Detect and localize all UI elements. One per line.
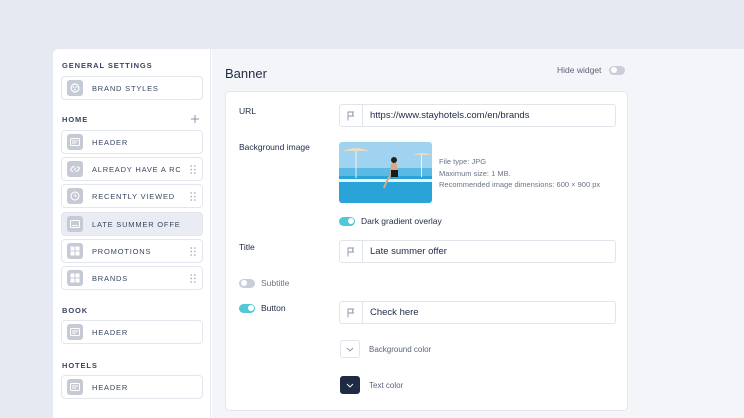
button-text-value: Check here	[370, 307, 419, 318]
chevron-down-icon	[346, 383, 354, 388]
header-icon	[67, 379, 83, 395]
chevron-down-icon	[346, 347, 354, 352]
drag-handle-icon[interactable]	[190, 192, 196, 201]
sidebar-item-book-header[interactable]: HEADER	[61, 320, 203, 344]
drag-handle-icon[interactable]	[190, 274, 196, 283]
subtitle-label: Subtitle	[261, 278, 290, 288]
hide-widget-label: Hide widget	[557, 65, 602, 75]
sidebar-item-label: BRAND STYLES	[92, 83, 159, 93]
text-color-row[interactable]: Text color	[340, 376, 403, 394]
section-title-general-settings: GENERAL SETTINGS	[62, 61, 153, 70]
sidebar-item-hotels-header[interactable]: HEADER	[61, 375, 203, 399]
page-title: Banner	[225, 66, 267, 81]
banner-form-card: URL https://www.stayhotels.com/en/brands…	[225, 91, 628, 411]
url-label: URL	[239, 106, 257, 116]
text-color-swatch[interactable]	[340, 376, 360, 394]
header-icon	[67, 134, 83, 150]
button-row[interactable]: Button	[239, 303, 286, 313]
sidebar-item-label: RECENTLY VIEWED	[92, 191, 175, 201]
sidebar-item-label: PROMOTIONS	[92, 246, 152, 256]
button-text-field[interactable]: Check here	[339, 301, 616, 324]
background-color-label: Background color	[369, 344, 432, 354]
hide-widget-control[interactable]: Hide widget	[557, 65, 626, 75]
sidebar-item-promotions[interactable]: PROMOTIONS	[61, 239, 203, 263]
background-color-swatch[interactable]	[340, 340, 360, 358]
url-field[interactable]: https://www.stayhotels.com/en/brands	[339, 104, 616, 127]
drag-handle-icon[interactable]	[190, 165, 196, 174]
background-image-thumbnail[interactable]	[339, 142, 432, 203]
sidebar-item-brands[interactable]: BRANDS	[61, 266, 203, 290]
text-color-label: Text color	[369, 380, 404, 390]
dark-gradient-label: Dark gradient overlay	[361, 216, 442, 226]
link-icon	[67, 161, 83, 177]
sidebar-item-label: HEADER	[92, 382, 129, 392]
sidebar-item-header[interactable]: HEADER	[61, 130, 203, 154]
grid-icon	[67, 243, 83, 259]
flag-icon[interactable]	[340, 241, 363, 262]
sidebar-item-late-summer-offer[interactable]: LATE SUMMER OFFER	[61, 212, 203, 236]
sidebar-item-label: LATE SUMMER OFFER	[92, 219, 180, 229]
flag-icon[interactable]	[340, 302, 363, 323]
hide-widget-toggle[interactable]	[609, 65, 626, 75]
title-label: Title	[239, 242, 255, 252]
subtitle-row[interactable]: Subtitle	[239, 278, 289, 288]
clock-icon	[67, 188, 83, 204]
title-value: Late summer offer	[370, 246, 447, 257]
background-color-row[interactable]: Background color	[340, 340, 431, 358]
image-requirements: File type: JPG Maximum size: 1 MB. Recom…	[439, 156, 600, 191]
dark-gradient-toggle[interactable]	[339, 216, 355, 226]
plus-icon[interactable]	[190, 114, 200, 124]
file-type-text: File type: JPG	[439, 157, 487, 166]
header-icon	[67, 324, 83, 340]
section-title-home: HOME	[62, 115, 89, 124]
subtitle-toggle[interactable]	[239, 278, 255, 288]
sidebar-item-label: ALREADY HAVE A ROOM	[92, 164, 180, 174]
banner-icon	[67, 216, 83, 232]
sidebar: GENERAL SETTINGS BRAND STYLES HOME HEADE…	[53, 49, 211, 418]
grid-icon	[67, 270, 83, 286]
sidebar-item-label: HEADER	[92, 137, 129, 147]
palette-icon	[67, 80, 83, 96]
drag-handle-icon[interactable]	[190, 247, 196, 256]
sidebar-item-already-have-a-room[interactable]: ALREADY HAVE A ROOM	[61, 157, 203, 181]
dark-gradient-row[interactable]: Dark gradient overlay	[339, 216, 442, 226]
button-toggle[interactable]	[239, 303, 255, 313]
sidebar-item-brand-styles[interactable]: BRAND STYLES	[61, 76, 203, 100]
app-window: GENERAL SETTINGS BRAND STYLES HOME HEADE…	[53, 49, 744, 418]
url-value: https://www.stayhotels.com/en/brands	[370, 110, 530, 121]
button-label: Button	[261, 303, 286, 313]
title-field[interactable]: Late summer offer	[339, 240, 616, 263]
section-title-book: BOOK	[62, 306, 89, 315]
sidebar-item-recently-viewed[interactable]: RECENTLY VIEWED	[61, 184, 203, 208]
sidebar-item-label: BRANDS	[92, 273, 129, 283]
sidebar-item-label: HEADER	[92, 327, 129, 337]
background-image-label: Background image	[239, 142, 310, 152]
section-title-hotels: HOTELS	[62, 361, 98, 370]
dimensions-text: Recommended image dimensions: 600 × 900 …	[439, 180, 601, 189]
flag-icon[interactable]	[340, 105, 363, 126]
main-panel: Banner Hide widget URL https://www.stayh…	[212, 49, 744, 418]
max-size-text: Maximum size: 1 MB.	[439, 168, 511, 178]
